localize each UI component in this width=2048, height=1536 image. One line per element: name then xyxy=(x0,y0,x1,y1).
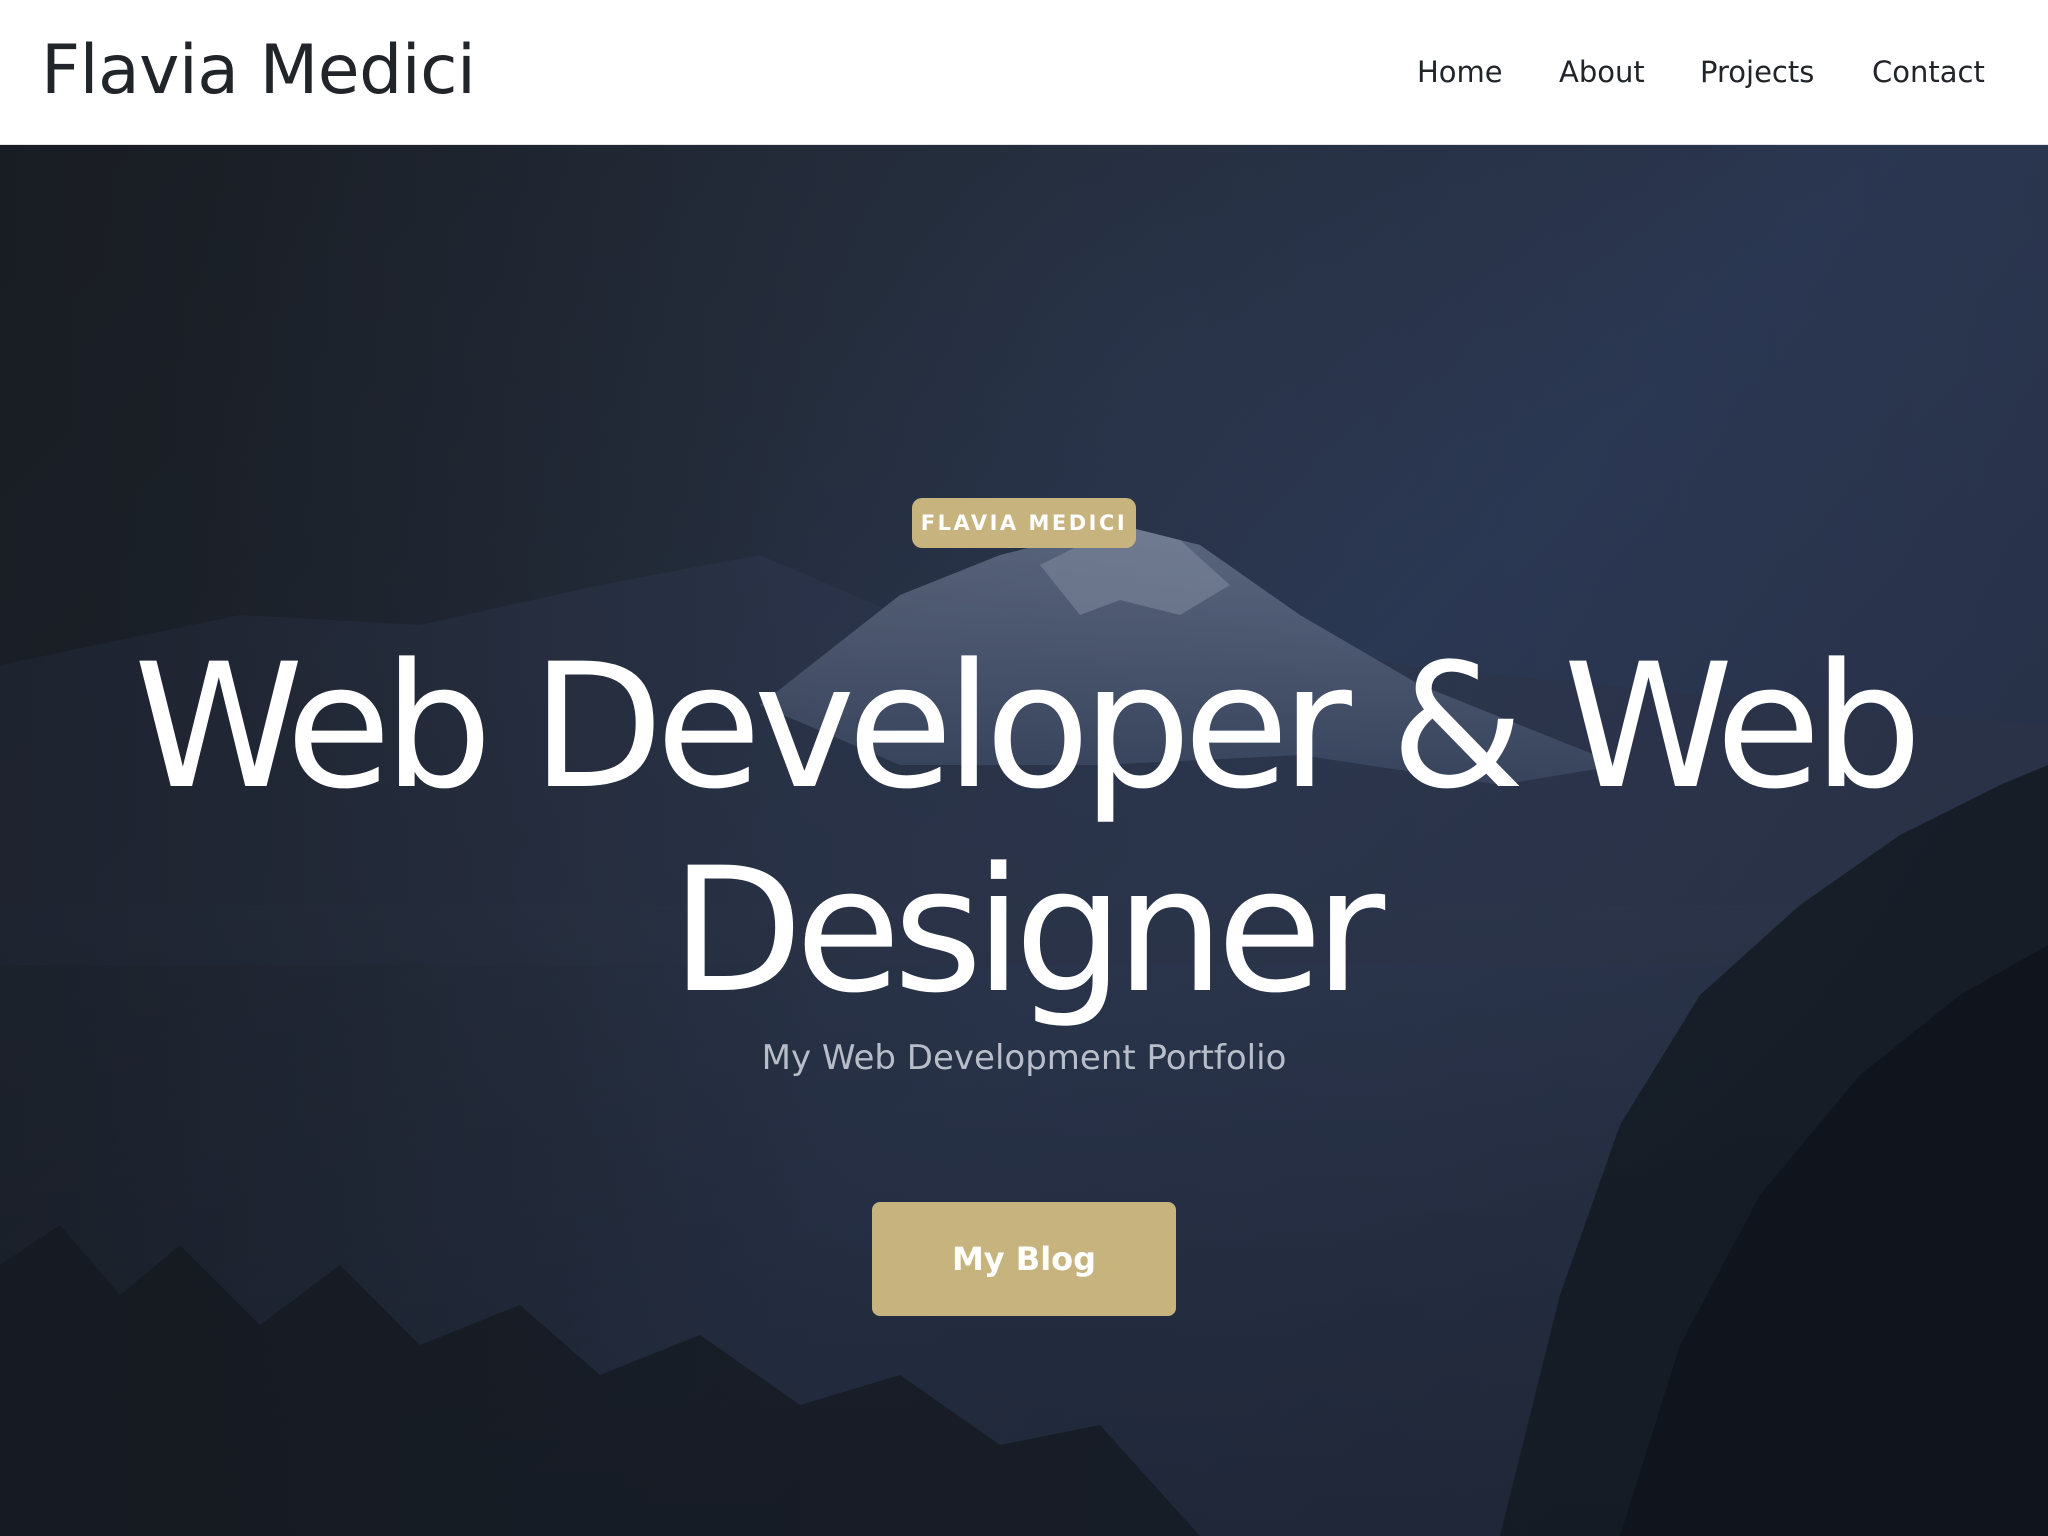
site-brand[interactable]: Flavia Medici xyxy=(41,28,476,114)
nav-link-home[interactable]: Home xyxy=(1417,52,1503,92)
hero-subtitle: My Web Development Portfolio xyxy=(761,1038,1287,1078)
top-navbar: Flavia Medici Home About Projects Contac… xyxy=(0,0,2048,145)
hero-title-line-1: Web Developer & Web xyxy=(133,626,1923,827)
hero-title: Web Developer & Web Designer xyxy=(74,625,1974,1033)
nav-link-projects[interactable]: Projects xyxy=(1700,52,1814,92)
hero-section: FLAVIA MEDICI Web Developer & Web Design… xyxy=(0,145,2048,1536)
nav-link-contact[interactable]: Contact xyxy=(1872,52,1985,92)
my-blog-button[interactable]: My Blog xyxy=(872,1202,1176,1316)
name-badge: FLAVIA MEDICI xyxy=(912,498,1136,548)
hero-title-line-2: Designer xyxy=(670,830,1385,1031)
nav-link-about[interactable]: About xyxy=(1559,52,1645,92)
